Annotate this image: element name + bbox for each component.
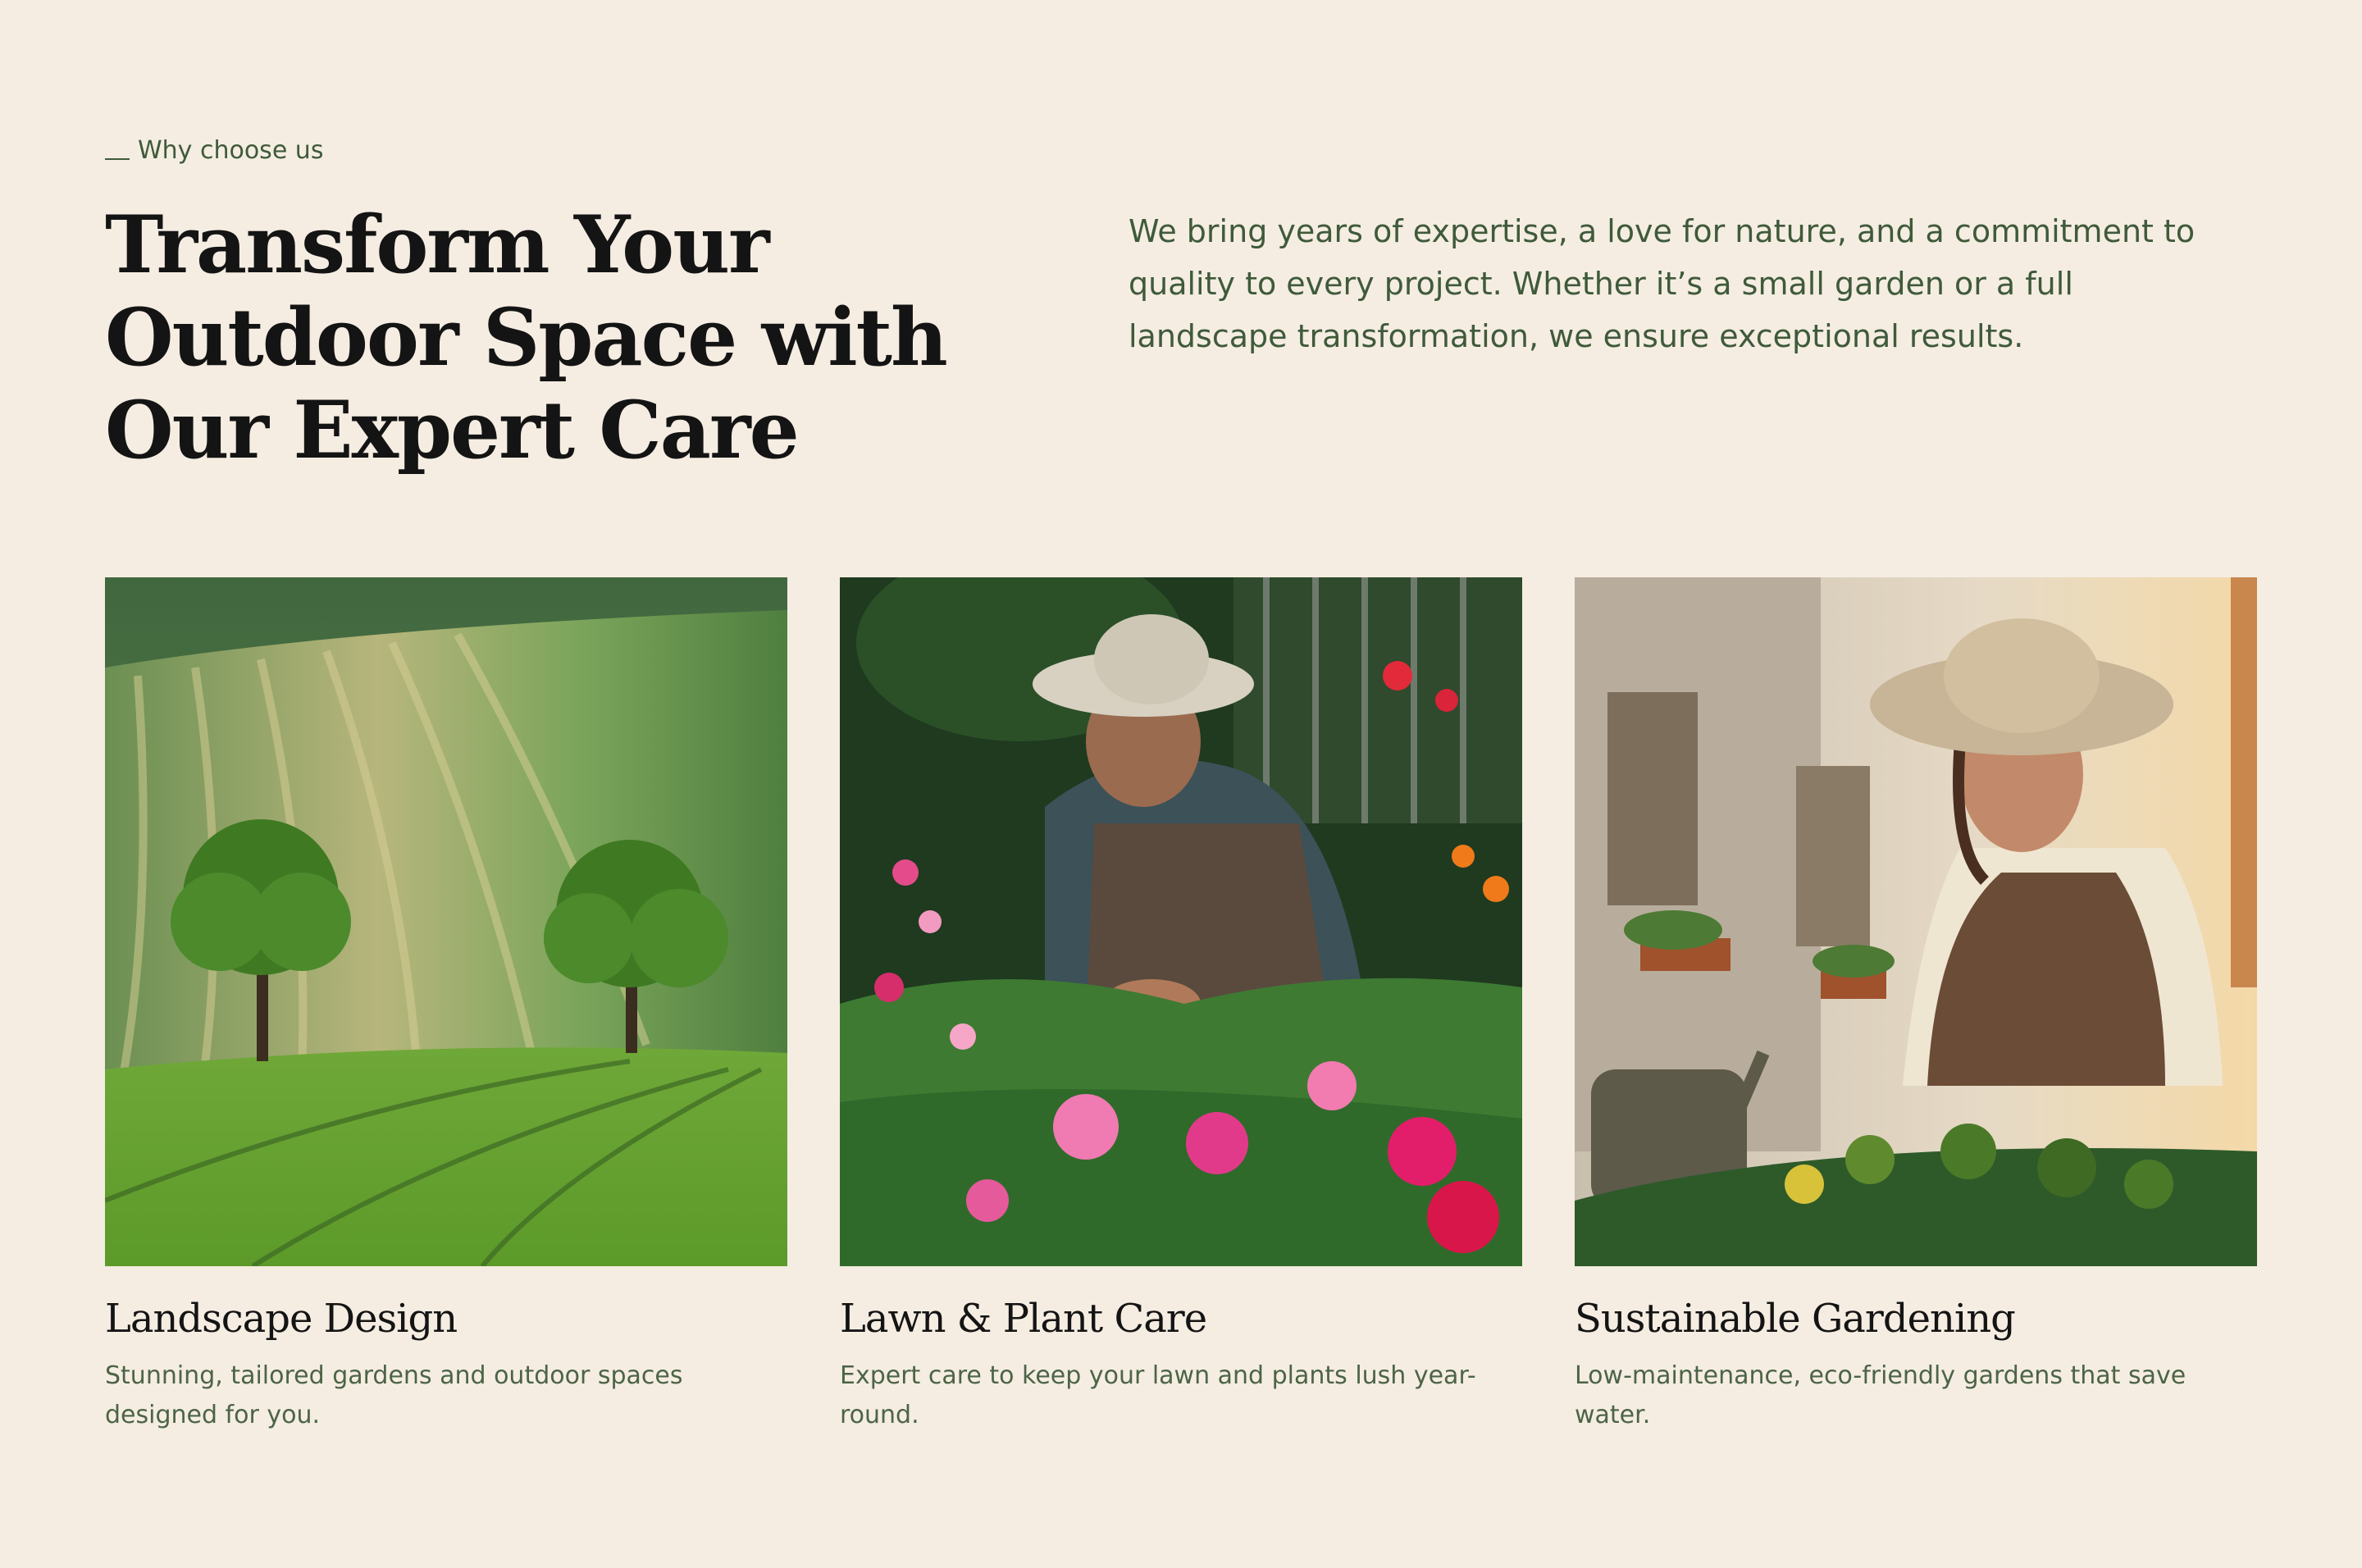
landscape-image	[105, 577, 787, 1266]
eyebrow: Why choose us	[105, 136, 323, 165]
card-description: Low-maintenance, eco-friendly gardens th…	[1575, 1361, 2186, 1429]
section-headline: Transform Your Outdoor Space with Our Ex…	[105, 198, 948, 476]
service-card-landscape-design[interactable]: Landscape Design Stunning, tailored gard…	[105, 577, 787, 1435]
card-title: Sustainable Gardening	[1575, 1296, 2016, 1342]
card-title: Landscape Design	[105, 1296, 458, 1342]
gardener-image	[840, 577, 1522, 1266]
card-title: Lawn & Plant Care	[840, 1296, 1207, 1342]
card-description: Stunning, tailored gardens and outdoor s…	[105, 1361, 683, 1429]
card-description: Expert care to keep your lawn and plants…	[840, 1361, 1476, 1429]
eyebrow-dash	[105, 158, 130, 160]
woman-gardener-image	[1575, 577, 2257, 1266]
section-intro: We bring years of expertise, a love for …	[1129, 213, 2196, 354]
service-card-lawn-plant-care[interactable]: Lawn & Plant Care Expert care to keep yo…	[840, 577, 1522, 1435]
service-card-sustainable-gardening[interactable]: Sustainable Gardening Low-maintenance, e…	[1575, 577, 2257, 1435]
eyebrow-label: Why choose us	[138, 136, 324, 165]
